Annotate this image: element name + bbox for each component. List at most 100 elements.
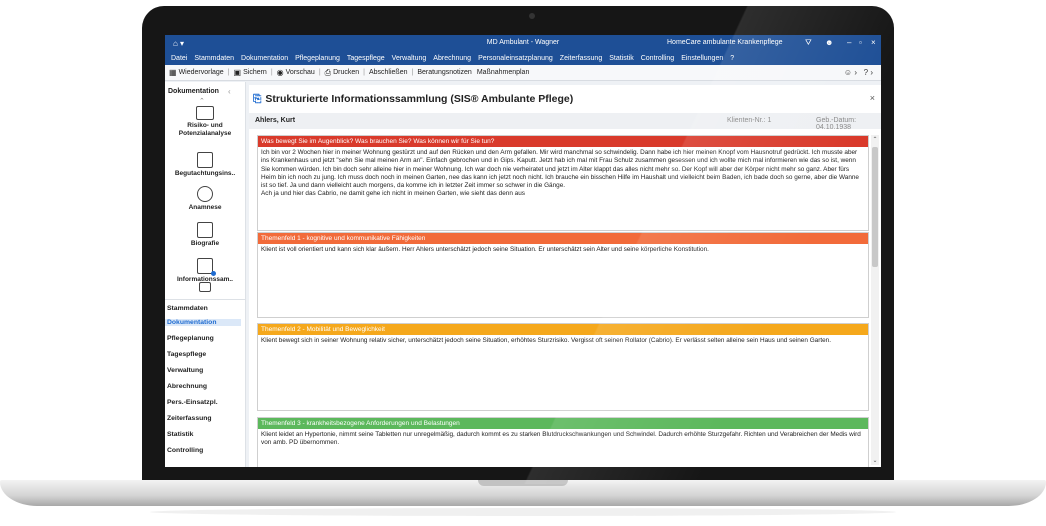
nav-verwaltung[interactable]: Verwaltung (167, 367, 203, 374)
menu-controlling[interactable]: Controlling (641, 55, 674, 62)
menu-einstellungen[interactable]: Einstellungen (681, 55, 723, 62)
app-window: ⌂ ▾ MD Ambulant - Wagner HomeCare ambula… (165, 35, 881, 467)
scroll-down-arrow-icon[interactable]: ⌄ (871, 457, 879, 464)
section-themenfeld-2: Themenfeld 2 - Mobilität und Beweglichke… (257, 323, 869, 411)
sichern-label: Sichern (243, 69, 267, 76)
panel-title: ⎘ Strukturierte Informationssammlung (SIS… (253, 93, 573, 106)
document-info-icon (197, 258, 216, 276)
section-text: Klient ist voll orientiert und kann sich… (261, 246, 709, 253)
collapse-icon[interactable]: ‹ (228, 87, 231, 96)
wiedervorlage-label: Wiedervorlage (178, 69, 224, 76)
section-themenfeld-3: Themenfeld 3 - krankheitsbezogene Anford… (257, 417, 869, 467)
close-window-icon[interactable]: × (871, 38, 876, 47)
chart-icon (196, 106, 214, 120)
sidebar-item-biografie[interactable]: Biografie (165, 222, 245, 248)
filter-icon[interactable]: ⛛ (805, 38, 812, 48)
menu-stammdaten[interactable]: Stammdaten (194, 55, 234, 62)
calendar-icon: ▦ (169, 68, 177, 77)
klienten-nr: Klienten-Nr.: 1 (727, 117, 771, 124)
menu-help[interactable]: ? (730, 55, 734, 62)
menu-dokumentation[interactable]: Dokumentation (241, 55, 288, 62)
section-text-field[interactable]: Ich bin vor 2 Wochen hier in meiner Wohn… (258, 147, 868, 201)
menu-pflegeplanung[interactable]: Pflegeplanung (295, 55, 340, 62)
massnahmenplan-button[interactable]: Maßnahmenplan (477, 69, 530, 76)
scroll-up-arrow-icon[interactable]: ⌃ (871, 136, 879, 143)
nav-tagespflege[interactable]: Tagespflege (167, 351, 206, 358)
eye-icon: ◉ (276, 68, 284, 77)
sidebar: Dokumentation ‹ ⌃ Risiko- und Potenziala… (165, 82, 246, 467)
toolbar-divider: | (318, 69, 321, 76)
nav-abrechnung[interactable]: Abrechnung (167, 383, 207, 390)
sidebar-item-label: Biografie (190, 240, 220, 247)
close-icon[interactable]: × (870, 93, 875, 103)
nav-statistik[interactable]: Statistik (167, 431, 193, 438)
help-icon[interactable]: ? › (864, 68, 873, 77)
nav-pflegeplanung[interactable]: Pflegeplanung (167, 335, 214, 342)
abschliessen-button[interactable]: Abschließen (369, 69, 408, 76)
sidebar-item-label: Anamnese (188, 204, 222, 211)
section-text-field[interactable]: Klient leidet an Hypertonie, nimmt seine… (258, 429, 868, 450)
toolbar-divider: | (227, 69, 230, 76)
menu-zeiterfassung[interactable]: Zeiterfassung (560, 55, 602, 62)
section-initial-question: Was bewegt Sie im Augenblick? Was brauch… (257, 135, 869, 231)
sichern-button[interactable]: ▣ Sichern (234, 68, 267, 77)
sections-scroll-area: Was bewegt Sie im Augenblick? Was brauch… (257, 135, 869, 467)
product-name: HomeCare ambulante Krankenpflege (667, 39, 783, 46)
printer-icon: ⎙ (324, 67, 332, 77)
save-icon: ▣ (233, 68, 242, 77)
vorschau-label: Vorschau (285, 69, 315, 76)
section-header: Themenfeld 2 - Mobilität und Beweglichke… (258, 324, 868, 335)
wiedervorlage-button[interactable]: ▦ Wiedervorlage (169, 68, 224, 77)
sidebar-item-begutachtung[interactable]: Begutachtungsins.. (165, 152, 245, 178)
nav-controlling[interactable]: Controlling (167, 447, 203, 454)
scroll-up-icon[interactable]: ⌃ (199, 97, 205, 105)
beratungsnotizen-button[interactable]: Beratungsnotizen (417, 69, 471, 76)
section-header: Themenfeld 1 - kognitive und kommunikati… (258, 233, 868, 244)
sidebar-item-anamnese[interactable]: Anamnese (165, 186, 245, 212)
menu-datei[interactable]: Datei (171, 55, 187, 62)
user-icon[interactable]: ☻ (825, 38, 833, 47)
abschliessen-label: Abschließen (368, 69, 408, 76)
nav-pers-einsatzpl[interactable]: Pers.-Einsatzpl. (167, 399, 218, 406)
sidebar-divider (165, 299, 245, 300)
section-header: Themenfeld 3 - krankheitsbezogene Anford… (258, 418, 868, 429)
scrollbar-thumb[interactable] (872, 147, 878, 267)
toolbar-right: ☺ › ? › (844, 68, 873, 77)
minimize-icon[interactable]: – (847, 38, 851, 47)
sidebar-item-risiko[interactable]: Risiko- und Potenzialanalyse (165, 106, 245, 138)
klienten-nr-label: Klienten-Nr.: (727, 117, 766, 124)
sidebar-item-informationssammlung[interactable]: Informationssam.. (165, 258, 245, 284)
menu-tagespflege[interactable]: Tagespflege (347, 55, 385, 62)
sidebar-item-more[interactable] (165, 282, 245, 294)
drucken-button[interactable]: ⎙ Drucken (325, 68, 359, 78)
info-badge (211, 271, 216, 276)
nav-dokumentation[interactable]: Dokumentation (165, 319, 241, 326)
magnifier-icon (197, 186, 213, 202)
menu-abrechnung[interactable]: Abrechnung (433, 55, 471, 62)
nav-zeiterfassung[interactable]: Zeiterfassung (167, 415, 212, 422)
maximize-icon[interactable]: ▫ (859, 38, 862, 47)
vorschau-button[interactable]: ◉ Vorschau (277, 68, 315, 77)
menu-verwaltung[interactable]: Verwaltung (392, 55, 427, 62)
smiley-icon[interactable]: ☺ › (844, 68, 857, 77)
clipboard-icon (199, 282, 211, 292)
section-text-field[interactable]: Klient ist voll orientiert und kann sich… (258, 244, 868, 256)
drucken-label: Drucken (333, 69, 360, 76)
family-tree-icon (197, 222, 213, 238)
geb-datum: Geb.-Datum: 04.10.1938 (816, 117, 881, 131)
document-search-icon (197, 152, 213, 168)
section-themenfeld-1: Themenfeld 1 - kognitive und kommunikati… (257, 232, 869, 318)
document-info-icon: ⎘ (253, 93, 262, 105)
sidebar-item-label: Begutachtungsins.. (174, 170, 236, 177)
section-text: Ich bin vor 2 Wochen hier in meiner Wohn… (261, 149, 859, 190)
geb-datum-label: Geb.-Datum: (816, 117, 857, 124)
section-text-field[interactable]: Klient bewegt sich in seiner Wohnung rel… (258, 335, 868, 347)
laptop-notch (478, 480, 568, 486)
laptop-shadow (150, 508, 896, 516)
menu-statistik[interactable]: Statistik (609, 55, 634, 62)
nav-stammdaten[interactable]: Stammdaten (167, 305, 208, 312)
section-text: Klient bewegt sich in seiner Wohnung rel… (261, 337, 832, 344)
vertical-scrollbar[interactable]: ⌃ ⌄ (871, 135, 879, 465)
sis-panel: ⎘ Strukturierte Informationssammlung (SIS… (249, 85, 881, 467)
menu-personaleinsatzplanung[interactable]: Personaleinsatzplanung (478, 55, 553, 62)
